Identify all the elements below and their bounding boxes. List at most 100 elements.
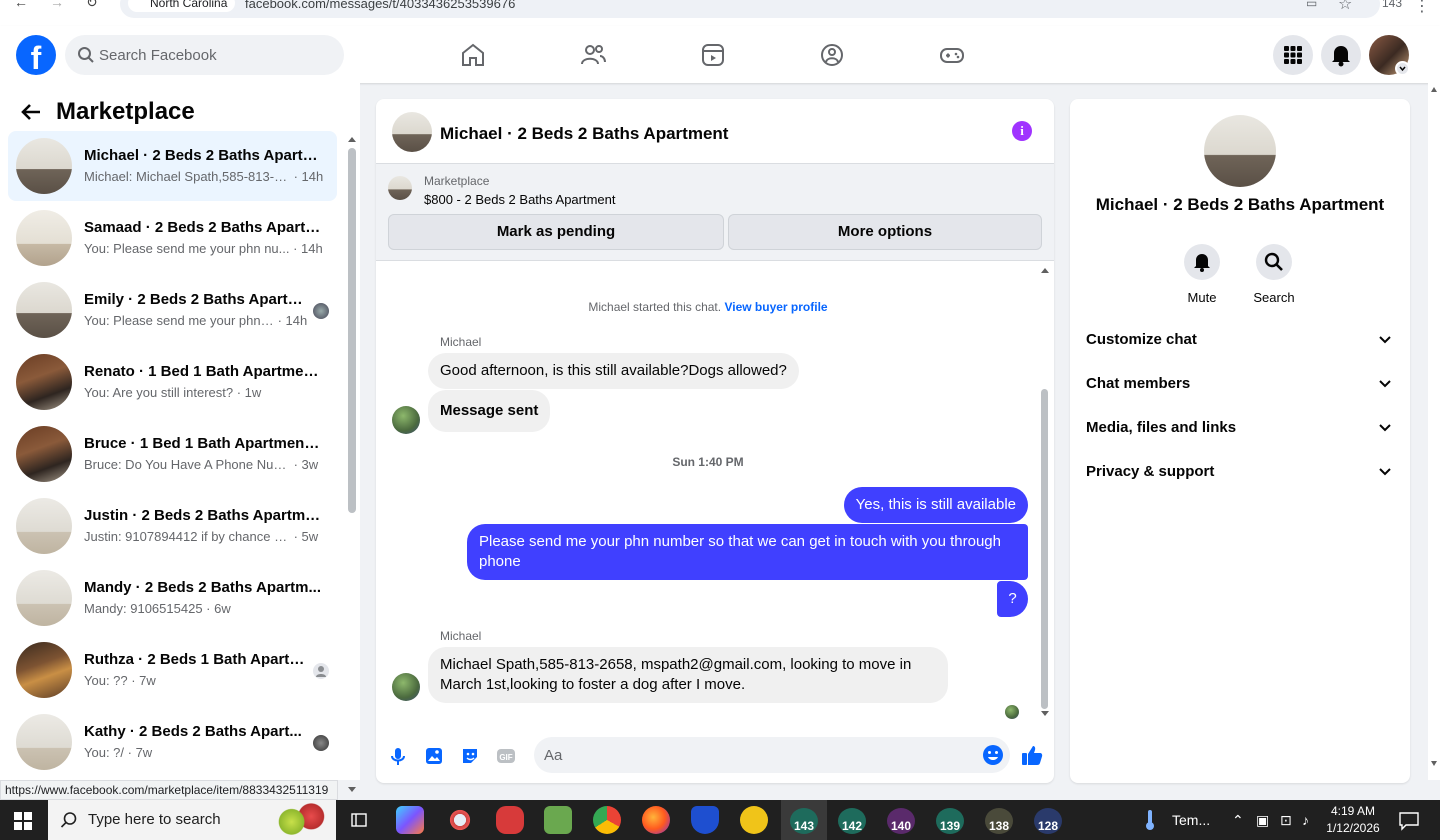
mark-as-pending-button[interactable]: Mark as pending	[388, 214, 724, 250]
windows-start-icon[interactable]	[14, 812, 32, 830]
listing-price[interactable]: $800 - 2 Beds 2 Baths Apartment	[424, 192, 616, 207]
outgoing-message[interactable]: Please send me your phn number so that w…	[467, 524, 1028, 580]
sender-avatar[interactable]	[392, 673, 420, 701]
emoji-icon[interactable]	[982, 744, 1004, 766]
sticker-icon[interactable]	[459, 745, 481, 767]
chrome-app-icon[interactable]	[593, 806, 621, 834]
taskbar-search-box[interactable]: Type here to search	[48, 800, 336, 840]
account-chevron-icon[interactable]	[1395, 61, 1410, 76]
chat-scrollbar[interactable]	[1041, 389, 1048, 709]
taskbar-app-badge[interactable]: 128	[1034, 808, 1062, 834]
reload-icon[interactable]: ↻	[86, 0, 98, 11]
home-icon[interactable]	[458, 40, 488, 70]
location-chip[interactable]: North Carolina	[128, 0, 236, 12]
link-status-bar: https://www.facebook.com/marketplace/ite…	[0, 780, 338, 800]
message-input[interactable]	[544, 737, 964, 773]
install-icon[interactable]: ▭	[1306, 0, 1317, 10]
groups-icon[interactable]	[817, 40, 847, 70]
menu-grid-button[interactable]	[1273, 35, 1313, 75]
more-options-button[interactable]: More options	[728, 214, 1042, 250]
scroll-down-arrow-icon[interactable]	[347, 786, 357, 794]
url-text[interactable]: facebook.com/messages/t/4033436253539676	[245, 0, 515, 11]
search-action[interactable]: Search	[1244, 244, 1304, 305]
copilot-app-icon[interactable]	[396, 806, 424, 834]
conversation-item[interactable]: Renato · 1 Bed 1 Bath Apartment... You: …	[8, 347, 337, 417]
message-input-box[interactable]	[534, 737, 1010, 773]
media-files-links-row[interactable]: Media, files and links	[1086, 410, 1396, 446]
customize-chat-row[interactable]: Customize chat	[1086, 322, 1396, 358]
listing-thumbnail	[16, 714, 72, 770]
taskbar-app-badge[interactable]: 143	[790, 808, 818, 834]
forward-icon[interactable]: →	[50, 0, 64, 10]
meet-now-icon[interactable]: ▣	[1256, 812, 1269, 829]
notification-center-icon[interactable]	[1398, 811, 1420, 831]
photo-icon[interactable]	[423, 745, 445, 767]
task-view-icon[interactable]	[350, 811, 368, 829]
view-buyer-profile-link[interactable]: View buyer profile	[724, 300, 827, 314]
video-icon[interactable]	[698, 40, 728, 70]
facebook-header: f	[0, 26, 1440, 83]
search-input[interactable]	[99, 35, 329, 75]
conversation-list-scrollbar[interactable]	[348, 148, 356, 513]
conversation-item[interactable]: Bruce · 1 Bed 1 Bath Apartment/... Bruce…	[8, 419, 337, 489]
tray-chevron-up-icon[interactable]: ⌃	[1232, 812, 1244, 829]
chat-members-row[interactable]: Chat members	[1086, 366, 1396, 402]
facebook-logo-icon[interactable]: f	[16, 35, 56, 75]
red-app-icon[interactable]	[496, 806, 524, 834]
gaming-icon[interactable]	[937, 40, 967, 70]
conversation-item[interactable]: Samaad · 2 Beds 2 Baths Apartm... You: P…	[8, 203, 337, 273]
taskbar-app-badge[interactable]: 139	[936, 808, 964, 834]
taskbar-clock[interactable]: 4:19 AM 1/12/2026	[1318, 803, 1388, 837]
taskbar-app-badge[interactable]: 140	[887, 808, 915, 834]
taskbar-app-badge[interactable]: 138	[985, 808, 1013, 834]
back-icon[interactable]: ←	[14, 0, 28, 10]
incoming-message[interactable]: Message sent	[428, 390, 551, 432]
listing-thumbnail	[16, 498, 72, 554]
friends-icon[interactable]	[578, 40, 608, 70]
gif-icon[interactable]: GIF	[495, 745, 517, 767]
volume-icon[interactable]: ♪	[1302, 812, 1309, 828]
conversation-item[interactable]: Emily · 2 Beds 2 Baths Apartm... You: Pl…	[8, 275, 337, 345]
network-icon[interactable]: ⊡	[1280, 812, 1292, 829]
browser-menu-icon[interactable]: ⋮	[1414, 0, 1430, 16]
x-app-icon[interactable]	[740, 806, 768, 834]
conversation-item[interactable]: Michael · 2 Beds 2 Baths Apartm... Micha…	[8, 131, 337, 201]
message-sender: Michael	[440, 629, 482, 643]
listing-avatar[interactable]	[1204, 115, 1276, 187]
chart-app-icon[interactable]	[544, 806, 572, 834]
outgoing-message[interactable]: ?	[997, 581, 1028, 617]
conversation-item[interactable]: Justin · 2 Beds 2 Baths Apartment Justin…	[8, 491, 337, 561]
incoming-message[interactable]: Good afternoon, is this still available?…	[428, 353, 799, 389]
search-box[interactable]	[65, 35, 344, 75]
sender-avatar[interactable]	[392, 406, 420, 434]
privacy-support-row[interactable]: Privacy & support	[1086, 454, 1396, 490]
thumbs-up-icon[interactable]	[1020, 743, 1044, 767]
back-arrow-icon[interactable]	[20, 101, 42, 123]
shield-app-icon[interactable]	[691, 806, 719, 834]
conversation-name: Bruce · 1 Bed 1 Bath Apartment/...	[84, 435, 322, 452]
chat-title[interactable]: Michael · 2 Beds 2 Baths Apartment	[440, 124, 728, 144]
paint-app-icon[interactable]	[446, 806, 474, 834]
conversation-item[interactable]: Kathy · 2 Beds 2 Baths Apart... You: ?/ …	[8, 707, 337, 777]
firefox-app-icon[interactable]	[642, 806, 670, 834]
taskbar-app-badge[interactable]: 142	[838, 808, 866, 834]
outgoing-message[interactable]: Yes, this is still available	[843, 487, 1028, 523]
microphone-icon[interactable]	[387, 745, 409, 767]
conversation-item[interactable]: Mandy · 2 Beds 2 Baths Apartm... Mandy: …	[8, 563, 337, 633]
browser-toolbar: ← → ↻ North Carolina facebook.com/messag…	[0, 0, 1440, 26]
bookmark-star-icon[interactable]: ☆	[1338, 0, 1352, 14]
weather-label[interactable]: Tem...	[1172, 812, 1210, 828]
scroll-down-arrow-icon[interactable]	[1430, 760, 1438, 767]
notifications-button[interactable]	[1321, 35, 1361, 75]
scroll-up-arrow-icon[interactable]	[1040, 266, 1050, 274]
chat-avatar[interactable]	[392, 112, 432, 152]
mute-action[interactable]: Mute	[1172, 244, 1232, 305]
info-icon[interactable]: i	[1012, 121, 1032, 141]
incoming-message[interactable]: Michael Spath,585-813-2658, mspath2@gmai…	[428, 647, 948, 703]
scroll-up-arrow-icon[interactable]	[347, 135, 357, 143]
scroll-up-arrow-icon[interactable]	[1430, 86, 1438, 93]
conversation-item[interactable]: Ruthza · 2 Beds 1 Bath Apartm... You: ??…	[8, 635, 337, 705]
page-scrollbar[interactable]	[1428, 83, 1440, 780]
listing-thumbnail[interactable]	[388, 176, 412, 200]
scroll-down-arrow-icon[interactable]	[1040, 710, 1050, 718]
